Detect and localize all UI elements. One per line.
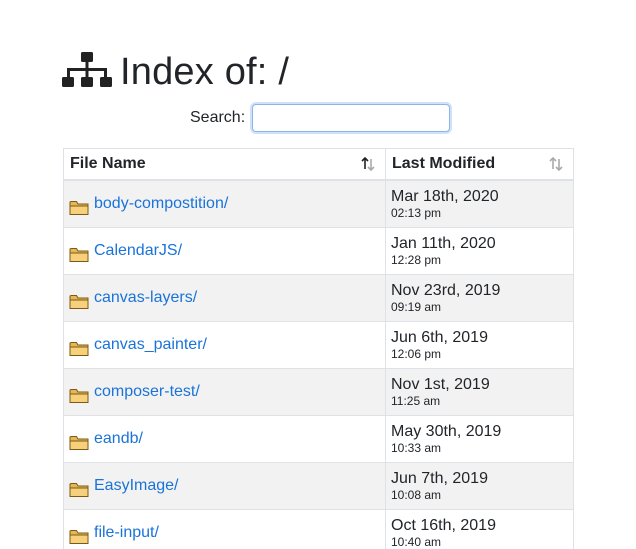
- file-link[interactable]: canvas_painter/: [94, 336, 207, 354]
- last-modified-cell: Jun 7th, 2019 10:08 am: [385, 462, 574, 510]
- table-row: canvas-layers/Nov 23rd, 2019 09:19 am: [63, 274, 574, 322]
- last-modified-cell: Jan 11th, 2020 12:28 pm: [385, 227, 574, 275]
- file-listing-table: File Name Last Modified body-compostitio…: [63, 148, 574, 549]
- last-modified-cell: May 30th, 2019 10:33 am: [385, 415, 574, 463]
- modified-time: 10:33 am: [391, 441, 442, 455]
- table-row: body-compostition/Mar 18th, 2020 02:13 pm: [63, 179, 574, 228]
- modified-date: May 30th, 2019: [391, 423, 502, 440]
- name-cell: EasyImage/: [69, 475, 380, 498]
- last-modified-cell: Nov 1st, 2019 11:25 am: [385, 368, 574, 416]
- file-name-cell: canvas_painter/: [63, 321, 386, 369]
- modified-date: Jun 7th, 2019: [391, 470, 488, 487]
- modified-date: Jun 6th, 2019: [391, 329, 488, 346]
- folder-icon: [69, 341, 89, 356]
- file-name-cell: file-input/: [63, 509, 386, 549]
- modified-time: 10:08 am: [391, 488, 442, 502]
- file-link[interactable]: file-input/: [94, 524, 159, 542]
- name-cell: eandb/: [69, 428, 380, 451]
- column-header-last-modified[interactable]: Last Modified: [385, 148, 574, 181]
- page-title: Index of: /: [120, 51, 290, 93]
- folder-icon: [69, 247, 89, 262]
- file-link[interactable]: canvas-layers/: [94, 289, 197, 307]
- modified-time: 11:25 am: [391, 394, 441, 408]
- title-row: Index of: /: [62, 50, 289, 94]
- folder-icon: [69, 294, 89, 309]
- file-link[interactable]: composer-test/: [94, 383, 200, 401]
- page: Index of: / Search: File Name Last Modif…: [0, 0, 636, 549]
- file-link[interactable]: body-compostition/: [94, 195, 228, 213]
- sort-up-down-active-icon: [361, 157, 375, 171]
- last-modified-cell: Mar 18th, 2020 02:13 pm: [385, 179, 574, 228]
- name-cell: CalendarJS/: [69, 240, 380, 263]
- file-link[interactable]: EasyImage/: [94, 477, 178, 495]
- table-row: eandb/May 30th, 2019 10:33 am: [63, 415, 574, 463]
- modified-date: Oct 16th, 2019: [391, 517, 496, 534]
- modified-date: Nov 1st, 2019: [391, 376, 490, 393]
- table-row: canvas_painter/Jun 6th, 2019 12:06 pm: [63, 321, 574, 369]
- name-cell: file-input/: [69, 522, 380, 545]
- file-name-cell: CalendarJS/: [63, 227, 386, 275]
- table-header-row: File Name Last Modified: [63, 148, 574, 181]
- table-row: CalendarJS/Jan 11th, 2020 12:28 pm: [63, 227, 574, 275]
- last-modified-cell: Oct 16th, 2019 10:40 am: [385, 509, 574, 549]
- table-body: body-compostition/Mar 18th, 2020 02:13 pm…: [63, 179, 574, 549]
- sitemap-icon: [62, 52, 112, 87]
- file-name-cell: canvas-layers/: [63, 274, 386, 322]
- search-row: Search:: [190, 102, 451, 134]
- file-name-cell: composer-test/: [63, 368, 386, 416]
- name-cell: canvas_painter/: [69, 334, 380, 357]
- table-row: composer-test/Nov 1st, 2019 11:25 am: [63, 368, 574, 416]
- file-name-cell: body-compostition/: [63, 179, 386, 228]
- modified-time: 12:06 pm: [391, 347, 442, 361]
- table-row: file-input/Oct 16th, 2019 10:40 am: [63, 509, 574, 549]
- file-link[interactable]: CalendarJS/: [94, 242, 182, 260]
- last-modified-cell: Nov 23rd, 2019 09:19 am: [385, 274, 574, 322]
- modified-date: Mar 18th, 2020: [391, 188, 499, 205]
- file-link[interactable]: eandb/: [94, 430, 143, 448]
- column-header-file-name[interactable]: File Name: [63, 148, 386, 181]
- modified-date: Jan 11th, 2020: [391, 235, 496, 252]
- modified-time: 02:13 pm: [391, 206, 442, 220]
- modified-time: 12:28 pm: [391, 253, 442, 267]
- column-header-label: File Name: [70, 155, 146, 172]
- column-header-label: Last Modified: [392, 155, 496, 172]
- name-cell: composer-test/: [69, 381, 380, 404]
- modified-time: 10:40 am: [391, 535, 442, 549]
- sort-up-down-icon: [549, 157, 563, 171]
- search-label: Search:: [190, 109, 246, 126]
- name-cell: body-compostition/: [69, 193, 380, 216]
- table-row: EasyImage/Jun 7th, 2019 10:08 am: [63, 462, 574, 510]
- name-cell: canvas-layers/: [69, 287, 380, 310]
- folder-icon: [69, 200, 89, 215]
- modified-time: 09:19 am: [391, 300, 442, 314]
- search-input[interactable]: [252, 104, 451, 132]
- folder-icon: [69, 529, 89, 544]
- modified-date: Nov 23rd, 2019: [391, 282, 501, 299]
- folder-icon: [69, 388, 89, 403]
- file-name-cell: eandb/: [63, 415, 386, 463]
- last-modified-cell: Jun 6th, 2019 12:06 pm: [385, 321, 574, 369]
- folder-icon: [69, 482, 89, 497]
- file-name-cell: EasyImage/: [63, 462, 386, 510]
- folder-icon: [69, 435, 89, 450]
